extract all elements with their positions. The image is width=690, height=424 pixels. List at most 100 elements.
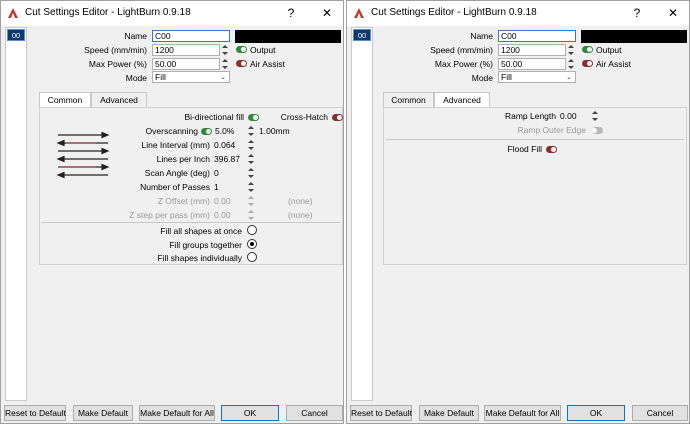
line-interval-label: Line Interval (mm) <box>141 140 211 150</box>
tab-advanced[interactable]: Advanced <box>434 92 490 108</box>
make-default-button[interactable]: Make Default <box>73 405 133 421</box>
flood-fill-toggle[interactable] <box>546 146 557 153</box>
speed-label: Speed (mm/min) <box>84 45 147 55</box>
air-assist-label: Air Assist <box>250 59 285 69</box>
overscanning-mm: 1.00mm <box>259 126 290 136</box>
layer-color-swatch[interactable] <box>581 30 687 43</box>
common-tab-panel: Bi-directional fill Cross-Hatch Overscan… <box>39 107 343 265</box>
window-title: Cut Settings Editor - LightBurn 0.9.18 <box>371 7 537 18</box>
make-default-button[interactable]: Make Default <box>419 405 479 421</box>
z-offset-spinner <box>247 195 255 207</box>
lightburn-app-icon <box>354 8 364 18</box>
z-step-label: Z step per pass (mm) <box>129 210 210 220</box>
overscanning-value[interactable]: 5.0% <box>215 125 234 137</box>
layer-item-00[interactable]: 00 <box>353 29 371 41</box>
max-power-input[interactable]: 50.00 <box>498 58 566 70</box>
bidirectional-fill-toggle[interactable] <box>248 114 259 121</box>
output-label: Output <box>596 45 622 55</box>
max-power-label: Max Power (%) <box>88 59 147 69</box>
number-of-passes-input[interactable]: 1 <box>214 181 219 193</box>
lines-per-inch-spinner[interactable] <box>247 153 255 165</box>
mode-label: Mode <box>125 73 147 83</box>
output-toggle[interactable] <box>582 46 593 53</box>
fill-direction-preview-icon <box>56 132 110 179</box>
help-button[interactable]: ? <box>281 4 301 22</box>
ramp-outer-edge-toggle <box>592 127 603 134</box>
layer-color-swatch[interactable] <box>235 30 341 43</box>
scan-angle-label: Scan Angle (deg) <box>144 168 210 178</box>
title-bar: Cut Settings Editor - LightBurn 0.9.18 ?… <box>1 1 343 26</box>
layer-list[interactable]: 00 <box>5 27 27 401</box>
number-of-passes-spinner[interactable] <box>247 181 255 193</box>
ok-button[interactable]: OK <box>221 405 279 421</box>
tab-common[interactable]: Common <box>383 92 434 107</box>
close-button[interactable]: ✕ <box>663 4 683 22</box>
chevron-down-icon: ⌄ <box>220 74 226 81</box>
tab-bar: Common Advanced <box>39 92 339 108</box>
speed-label: Speed (mm/min) <box>430 45 493 55</box>
tab-advanced[interactable]: Advanced <box>91 92 147 107</box>
speed-spinner[interactable] <box>567 44 575 56</box>
mode-select-value: Fill <box>501 72 512 82</box>
ramp-length-input[interactable]: 0.00 <box>560 110 577 122</box>
help-button[interactable]: ? <box>627 4 647 22</box>
make-default-for-all-button[interactable]: Make Default for All <box>139 405 215 421</box>
overscanning-spinner[interactable] <box>247 125 255 137</box>
divider <box>386 139 684 140</box>
close-button[interactable]: ✕ <box>317 4 337 22</box>
line-interval-spinner[interactable] <box>247 139 255 151</box>
z-step-none: (none) <box>288 210 313 220</box>
max-power-spinner[interactable] <box>221 58 229 70</box>
cancel-button[interactable]: Cancel <box>632 405 688 421</box>
z-offset-label: Z Offset (mm) <box>157 196 210 206</box>
overscanning-label: Overscanning <box>145 126 198 136</box>
name-label: Name <box>470 31 493 41</box>
air-assist-toggle[interactable] <box>236 60 247 67</box>
fill-all-radio[interactable] <box>247 225 257 235</box>
bidirectional-fill-label: Bi-directional fill <box>184 112 244 122</box>
ramp-outer-edge-label: Ramp Outer Edge <box>517 125 586 135</box>
lines-per-inch-input[interactable]: 396.87 <box>214 153 240 165</box>
air-assist-toggle[interactable] <box>582 60 593 67</box>
cross-hatch-toggle[interactable] <box>332 114 343 121</box>
z-offset-none: (none) <box>288 196 313 206</box>
output-label: Output <box>250 45 276 55</box>
fill-individually-radio[interactable] <box>247 252 257 262</box>
name-input[interactable]: C00 <box>152 30 230 42</box>
cut-settings-window-left: Cut Settings Editor - LightBurn 0.9.18 ?… <box>0 0 344 424</box>
line-interval-input[interactable]: 0.064 <box>214 139 235 151</box>
tab-bar: Common Advanced <box>383 92 683 108</box>
flood-fill-label: Flood Fill <box>507 144 542 154</box>
lines-per-inch-label: Lines per Inch <box>156 154 210 164</box>
make-default-for-all-button[interactable]: Make Default for All <box>484 405 561 421</box>
air-assist-label: Air Assist <box>596 59 631 69</box>
mode-select[interactable]: Fill ⌄ <box>498 71 576 83</box>
ramp-length-spinner[interactable] <box>591 110 599 122</box>
max-power-spinner[interactable] <box>567 58 575 70</box>
speed-spinner[interactable] <box>221 44 229 56</box>
max-power-input[interactable]: 50.00 <box>152 58 220 70</box>
reset-to-default-button[interactable]: Reset to Default <box>350 405 412 421</box>
scan-angle-input[interactable]: 0 <box>214 167 219 179</box>
layer-item-00[interactable]: 00 <box>7 29 25 41</box>
tab-common[interactable]: Common <box>39 92 91 108</box>
fill-groups-radio[interactable] <box>247 239 257 249</box>
scan-angle-spinner[interactable] <box>247 167 255 179</box>
speed-input[interactable]: 1200 <box>152 44 220 56</box>
name-input[interactable]: C00 <box>498 30 576 42</box>
speed-input[interactable]: 1200 <box>498 44 566 56</box>
reset-to-default-button[interactable]: Reset to Default <box>4 405 66 421</box>
fill-individually-label: Fill shapes individually <box>157 253 242 263</box>
divider <box>42 222 340 223</box>
layer-list[interactable]: 00 <box>351 27 373 401</box>
overscanning-toggle[interactable] <box>201 128 212 135</box>
ok-button[interactable]: OK <box>567 405 625 421</box>
chevron-down-icon: ⌄ <box>566 74 572 81</box>
title-bar: Cut Settings Editor - LightBurn 0.9.18 ?… <box>347 1 689 26</box>
name-label: Name <box>124 31 147 41</box>
mode-select[interactable]: Fill ⌄ <box>152 71 230 83</box>
cancel-button[interactable]: Cancel <box>286 405 343 421</box>
number-of-passes-label: Number of Passes <box>140 182 210 192</box>
z-offset-input: 0.00 <box>214 196 231 206</box>
output-toggle[interactable] <box>236 46 247 53</box>
